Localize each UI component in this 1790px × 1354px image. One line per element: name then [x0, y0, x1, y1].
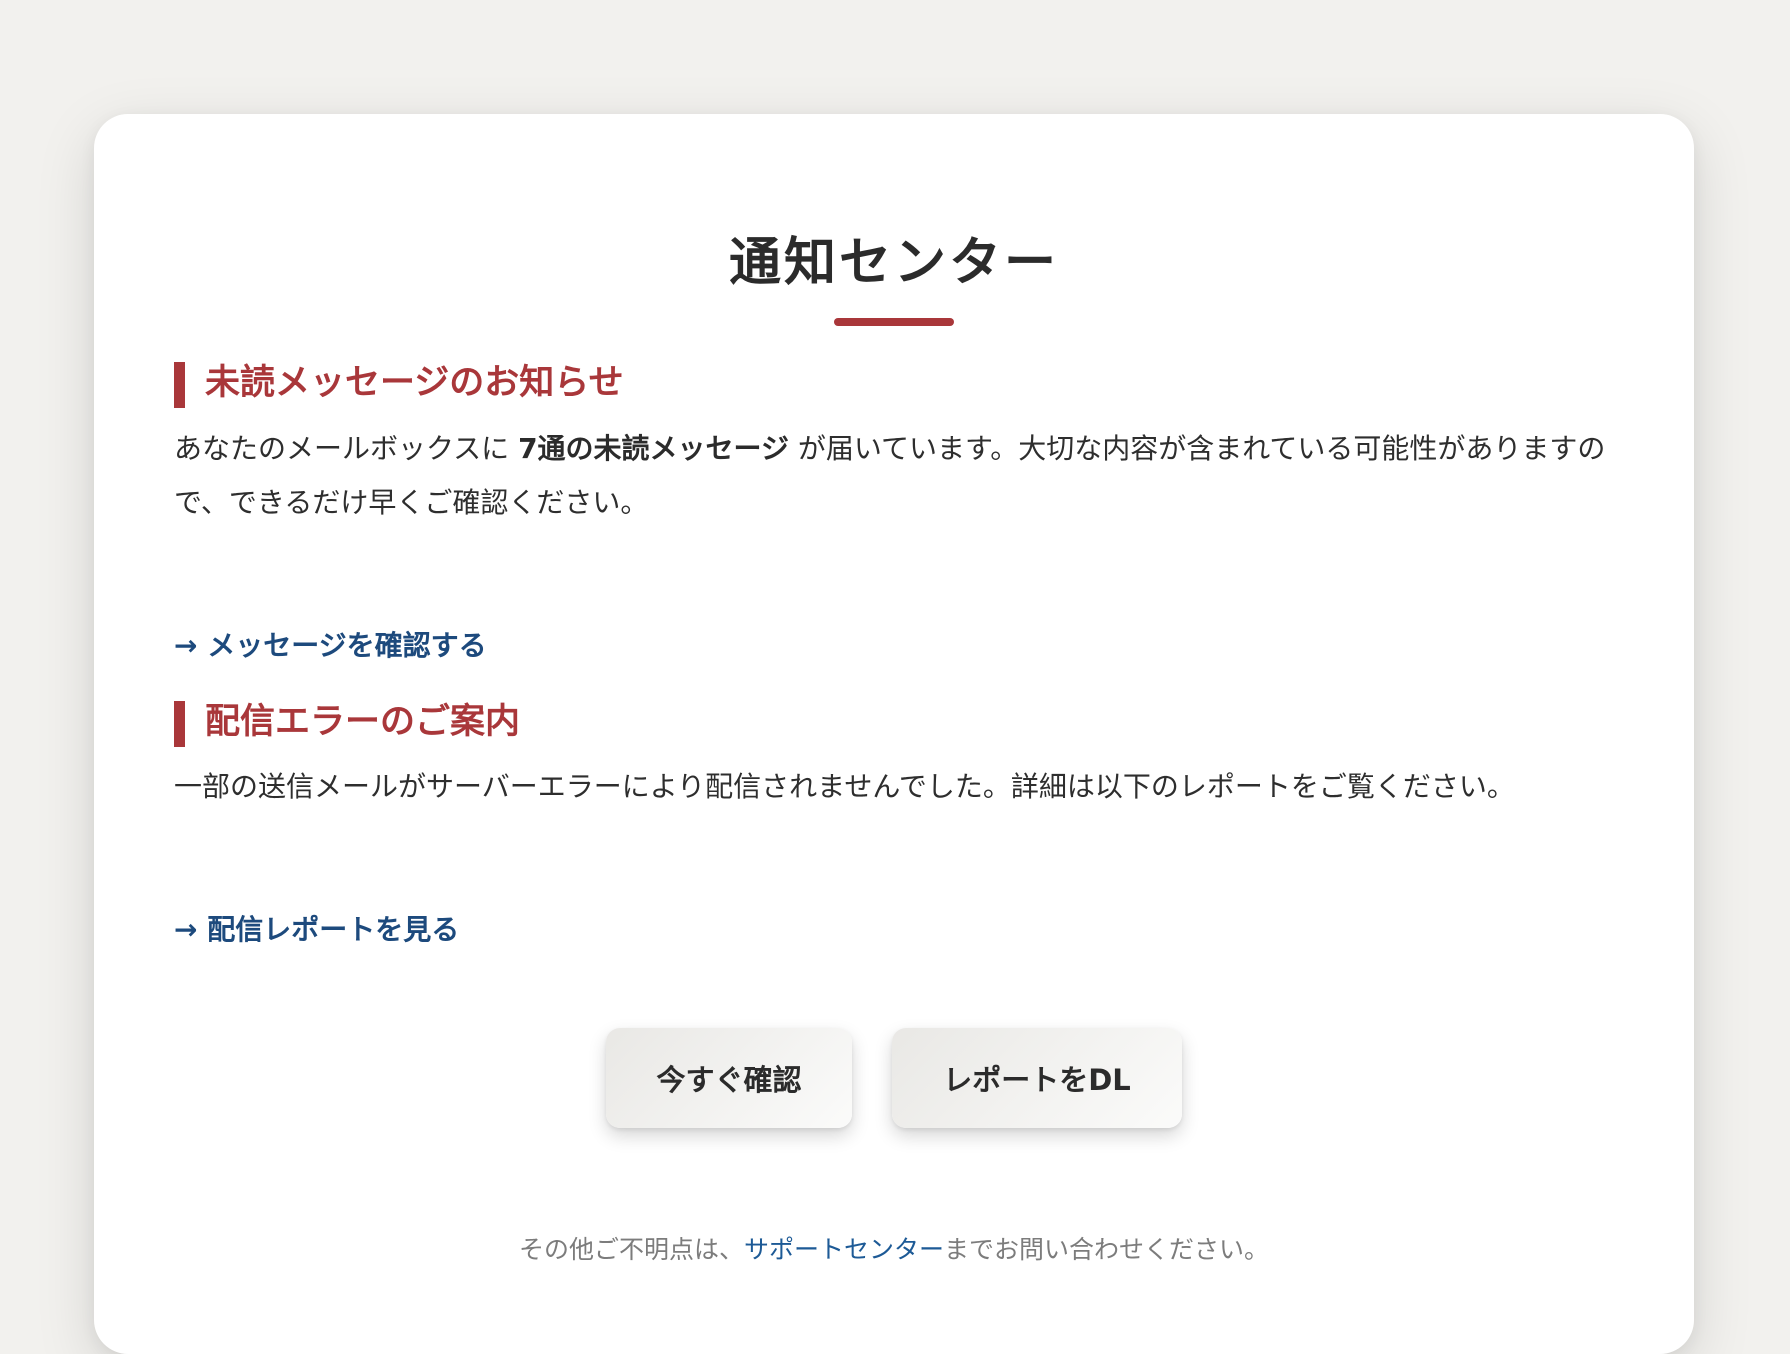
view-report-link[interactable]: → 配信レポートを見る — [174, 908, 459, 948]
unread-section-text: あなたのメールボックスに 7通の未読メッセージ が届いています。大切な内容が含ま… — [174, 422, 1614, 530]
confirm-now-button[interactable]: 今すぐ確認 — [606, 1028, 852, 1128]
notification-card: 通知センター 未読メッセージのお知らせ あなたのメールボックスに 7通の未読メッ… — [94, 114, 1694, 1354]
view-messages-link[interactable]: → メッセージを確認する — [174, 624, 487, 664]
footer-text-before: その他ご不明点は、 — [518, 1235, 744, 1264]
title-underline — [834, 318, 954, 326]
download-report-button[interactable]: レポートをDL — [892, 1028, 1182, 1128]
unread-count-highlight: 7通の未読メッセージ — [518, 432, 789, 465]
delivery-section-text: 一部の送信メールがサーバーエラーにより配信されませんでした。詳細は以下のレポート… — [174, 770, 1515, 803]
footer-note: その他ご不明点は、サポートセンターまでお問い合わせください。 — [94, 1230, 1694, 1266]
support-center-link[interactable]: サポートセンター — [744, 1235, 944, 1264]
delivery-section-heading: 配信エラーのご案内 — [174, 701, 520, 747]
page-title: 通知センター — [728, 232, 1059, 293]
footer-text-after: までお問い合わせください。 — [944, 1235, 1270, 1264]
unread-text-before: あなたのメールボックスに — [174, 432, 519, 465]
unread-section-heading: 未読メッセージのお知らせ — [174, 362, 624, 408]
